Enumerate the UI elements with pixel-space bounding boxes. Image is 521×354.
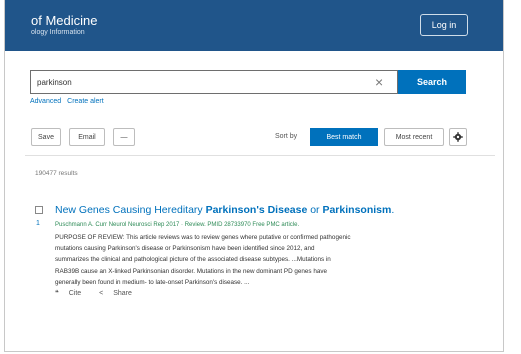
- search-sublinks: Advanced Create alert: [30, 98, 110, 105]
- sort-best-match-button[interactable]: Best match: [310, 128, 378, 146]
- snippet-line: generally been found in medium- to late-…: [55, 278, 250, 286]
- share-button[interactable]: < Share: [99, 290, 140, 297]
- cite-button[interactable]: ❝ Cite: [55, 290, 89, 297]
- result-title-link[interactable]: New Genes Causing Hereditary Parkinson's…: [55, 204, 394, 216]
- save-button[interactable]: Save: [31, 128, 61, 146]
- snippet-line: PURPOSE OF REVIEW: This article reviews …: [55, 234, 351, 241]
- more-actions-button[interactable]: —: [113, 128, 135, 146]
- advanced-link[interactable]: Advanced: [30, 98, 61, 105]
- sort-most-recent-button[interactable]: Most recent: [384, 128, 444, 146]
- brand-title: of Medicine: [31, 13, 98, 28]
- cite-label: Cite: [68, 290, 82, 297]
- login-button[interactable]: Log in: [420, 14, 468, 36]
- title-text: .: [391, 204, 395, 216]
- sort-by-label: Sort by: [275, 133, 298, 140]
- search-input[interactable]: [37, 71, 367, 93]
- result-checkbox[interactable]: [35, 206, 43, 214]
- title-text: or: [307, 204, 323, 216]
- title-highlight: Parkinsonism: [322, 204, 392, 216]
- display-settings-button[interactable]: [449, 128, 467, 146]
- site-logo[interactable]: of Medicine ology Information: [31, 14, 97, 37]
- result-citation: Puschmann A. Curr Neurol Neurosci Rep 20…: [55, 222, 300, 228]
- create-alert-link[interactable]: Create alert: [67, 98, 104, 105]
- snippet-line: summarizes the clinical and pathological…: [55, 256, 331, 264]
- snippet-line: mutations causing Parkinson's disease or…: [55, 245, 315, 253]
- share-label: Share: [113, 290, 132, 297]
- page-frame: of Medicine ology Information Log in × S…: [4, 0, 504, 352]
- search-box: ×: [30, 70, 398, 94]
- title-text: New Genes Causing Hereditary: [55, 204, 206, 216]
- result-number: 1: [36, 220, 40, 227]
- quote-icon: ❝: [55, 290, 59, 297]
- search-button[interactable]: Search: [398, 70, 466, 94]
- result-snippet: PURPOSE OF REVIEW: This article reviews …: [55, 232, 455, 288]
- email-button[interactable]: Email: [69, 128, 105, 146]
- results-count: 190477 results: [35, 170, 78, 177]
- gear-icon: [453, 132, 463, 142]
- result-actions: ❝ Cite < Share: [55, 289, 148, 297]
- title-highlight: Parkinson's Disease: [205, 204, 308, 216]
- share-icon: <: [99, 290, 104, 297]
- brand-subtitle: ology Information: [31, 29, 85, 36]
- close-icon[interactable]: ×: [375, 74, 383, 90]
- site-header: of Medicine ology Information Log in: [5, 0, 503, 51]
- snippet-line: RAB39B cause an X-linked Parkinsonian di…: [55, 267, 327, 275]
- divider: [25, 155, 495, 156]
